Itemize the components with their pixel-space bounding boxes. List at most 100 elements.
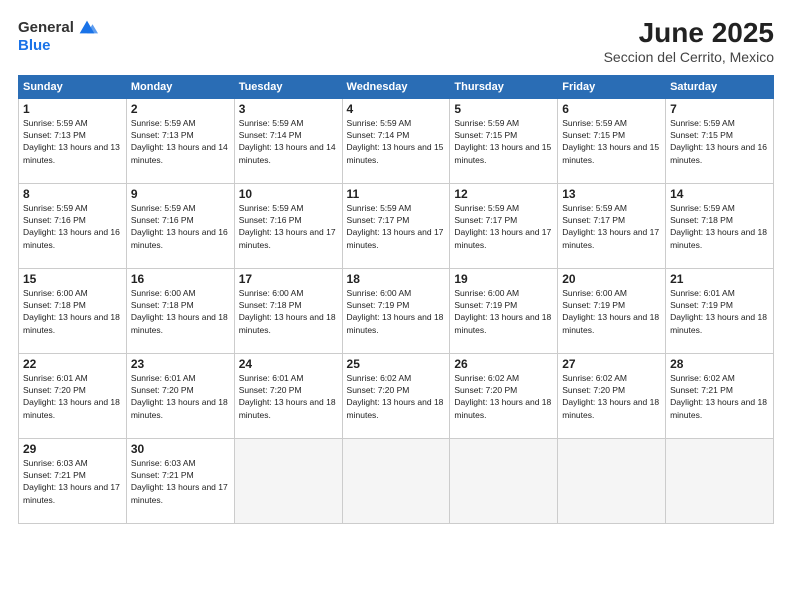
day-info: Sunrise: 5:59 AMSunset: 7:17 PMDaylight:… [347, 202, 446, 251]
table-row: 25Sunrise: 6:02 AMSunset: 7:20 PMDayligh… [342, 353, 450, 438]
day-number: 27 [562, 357, 661, 371]
table-row: 20Sunrise: 6:00 AMSunset: 7:19 PMDayligh… [558, 268, 666, 353]
day-info: Sunrise: 6:02 AMSunset: 7:20 PMDaylight:… [347, 372, 446, 421]
table-row [666, 438, 774, 523]
table-row: 27Sunrise: 6:02 AMSunset: 7:20 PMDayligh… [558, 353, 666, 438]
day-number: 5 [454, 102, 553, 116]
day-number: 9 [131, 187, 230, 201]
table-row: 18Sunrise: 6:00 AMSunset: 7:19 PMDayligh… [342, 268, 450, 353]
day-info: Sunrise: 6:00 AMSunset: 7:19 PMDaylight:… [562, 287, 661, 336]
logo: General Blue [18, 18, 98, 55]
day-info: Sunrise: 6:01 AMSunset: 7:20 PMDaylight:… [239, 372, 338, 421]
table-row: 9Sunrise: 5:59 AMSunset: 7:16 PMDaylight… [126, 183, 234, 268]
calendar-subtitle: Seccion del Cerrito, Mexico [604, 49, 774, 65]
table-row: 13Sunrise: 5:59 AMSunset: 7:17 PMDayligh… [558, 183, 666, 268]
day-info: Sunrise: 6:00 AMSunset: 7:19 PMDaylight:… [454, 287, 553, 336]
calendar-title: June 2025 [604, 18, 774, 49]
day-info: Sunrise: 5:59 AMSunset: 7:17 PMDaylight:… [562, 202, 661, 251]
col-friday: Friday [558, 75, 666, 98]
table-row: 8Sunrise: 5:59 AMSunset: 7:16 PMDaylight… [19, 183, 127, 268]
day-info: Sunrise: 5:59 AMSunset: 7:17 PMDaylight:… [454, 202, 553, 251]
table-row: 28Sunrise: 6:02 AMSunset: 7:21 PMDayligh… [666, 353, 774, 438]
table-row: 30Sunrise: 6:03 AMSunset: 7:21 PMDayligh… [126, 438, 234, 523]
day-info: Sunrise: 6:03 AMSunset: 7:21 PMDaylight:… [131, 457, 230, 506]
col-thursday: Thursday [450, 75, 558, 98]
table-row: 22Sunrise: 6:01 AMSunset: 7:20 PMDayligh… [19, 353, 127, 438]
day-info: Sunrise: 6:00 AMSunset: 7:18 PMDaylight:… [23, 287, 122, 336]
calendar-week-row: 8Sunrise: 5:59 AMSunset: 7:16 PMDaylight… [19, 183, 774, 268]
day-number: 17 [239, 272, 338, 286]
table-row: 14Sunrise: 5:59 AMSunset: 7:18 PMDayligh… [666, 183, 774, 268]
table-row: 24Sunrise: 6:01 AMSunset: 7:20 PMDayligh… [234, 353, 342, 438]
day-info: Sunrise: 5:59 AMSunset: 7:13 PMDaylight:… [131, 117, 230, 166]
day-info: Sunrise: 6:01 AMSunset: 7:20 PMDaylight:… [23, 372, 122, 421]
table-row: 5Sunrise: 5:59 AMSunset: 7:15 PMDaylight… [450, 98, 558, 183]
table-row: 16Sunrise: 6:00 AMSunset: 7:18 PMDayligh… [126, 268, 234, 353]
day-number: 26 [454, 357, 553, 371]
day-number: 2 [131, 102, 230, 116]
title-block: June 2025 Seccion del Cerrito, Mexico [604, 18, 774, 65]
table-row: 29Sunrise: 6:03 AMSunset: 7:21 PMDayligh… [19, 438, 127, 523]
day-number: 11 [347, 187, 446, 201]
table-row: 11Sunrise: 5:59 AMSunset: 7:17 PMDayligh… [342, 183, 450, 268]
day-number: 24 [239, 357, 338, 371]
table-row [450, 438, 558, 523]
day-number: 12 [454, 187, 553, 201]
day-info: Sunrise: 6:02 AMSunset: 7:20 PMDaylight:… [454, 372, 553, 421]
table-row: 10Sunrise: 5:59 AMSunset: 7:16 PMDayligh… [234, 183, 342, 268]
day-number: 8 [23, 187, 122, 201]
day-info: Sunrise: 6:03 AMSunset: 7:21 PMDaylight:… [23, 457, 122, 506]
table-row: 7Sunrise: 5:59 AMSunset: 7:15 PMDaylight… [666, 98, 774, 183]
calendar-table: Sunday Monday Tuesday Wednesday Thursday… [18, 75, 774, 524]
day-number: 4 [347, 102, 446, 116]
col-monday: Monday [126, 75, 234, 98]
day-info: Sunrise: 5:59 AMSunset: 7:15 PMDaylight:… [454, 117, 553, 166]
calendar-header-row: Sunday Monday Tuesday Wednesday Thursday… [19, 75, 774, 98]
day-info: Sunrise: 6:00 AMSunset: 7:18 PMDaylight:… [239, 287, 338, 336]
logo-icon [76, 16, 98, 38]
day-number: 14 [670, 187, 769, 201]
header: General Blue June 2025 Seccion del Cerri… [18, 18, 774, 65]
table-row: 3Sunrise: 5:59 AMSunset: 7:14 PMDaylight… [234, 98, 342, 183]
table-row [234, 438, 342, 523]
table-row: 15Sunrise: 6:00 AMSunset: 7:18 PMDayligh… [19, 268, 127, 353]
day-info: Sunrise: 6:01 AMSunset: 7:20 PMDaylight:… [131, 372, 230, 421]
logo-text: General [18, 20, 74, 37]
day-number: 22 [23, 357, 122, 371]
day-number: 19 [454, 272, 553, 286]
day-number: 1 [23, 102, 122, 116]
day-number: 6 [562, 102, 661, 116]
day-number: 7 [670, 102, 769, 116]
table-row: 12Sunrise: 5:59 AMSunset: 7:17 PMDayligh… [450, 183, 558, 268]
day-number: 15 [23, 272, 122, 286]
table-row [558, 438, 666, 523]
day-info: Sunrise: 5:59 AMSunset: 7:16 PMDaylight:… [239, 202, 338, 251]
day-info: Sunrise: 5:59 AMSunset: 7:18 PMDaylight:… [670, 202, 769, 251]
table-row: 17Sunrise: 6:00 AMSunset: 7:18 PMDayligh… [234, 268, 342, 353]
day-info: Sunrise: 6:02 AMSunset: 7:21 PMDaylight:… [670, 372, 769, 421]
table-row: 19Sunrise: 6:00 AMSunset: 7:19 PMDayligh… [450, 268, 558, 353]
table-row [342, 438, 450, 523]
day-number: 30 [131, 442, 230, 456]
day-info: Sunrise: 6:00 AMSunset: 7:18 PMDaylight:… [131, 287, 230, 336]
day-number: 29 [23, 442, 122, 456]
day-info: Sunrise: 5:59 AMSunset: 7:16 PMDaylight:… [23, 202, 122, 251]
day-number: 21 [670, 272, 769, 286]
calendar-week-row: 22Sunrise: 6:01 AMSunset: 7:20 PMDayligh… [19, 353, 774, 438]
day-info: Sunrise: 6:02 AMSunset: 7:20 PMDaylight:… [562, 372, 661, 421]
col-wednesday: Wednesday [342, 75, 450, 98]
day-info: Sunrise: 5:59 AMSunset: 7:15 PMDaylight:… [562, 117, 661, 166]
table-row: 2Sunrise: 5:59 AMSunset: 7:13 PMDaylight… [126, 98, 234, 183]
table-row: 26Sunrise: 6:02 AMSunset: 7:20 PMDayligh… [450, 353, 558, 438]
col-sunday: Sunday [19, 75, 127, 98]
day-info: Sunrise: 5:59 AMSunset: 7:15 PMDaylight:… [670, 117, 769, 166]
day-number: 13 [562, 187, 661, 201]
table-row: 4Sunrise: 5:59 AMSunset: 7:14 PMDaylight… [342, 98, 450, 183]
col-saturday: Saturday [666, 75, 774, 98]
day-info: Sunrise: 6:00 AMSunset: 7:19 PMDaylight:… [347, 287, 446, 336]
day-number: 18 [347, 272, 446, 286]
day-number: 3 [239, 102, 338, 116]
day-number: 10 [239, 187, 338, 201]
calendar-week-row: 1 Sunrise: 5:59 AMSunset: 7:13 PMDaylight… [19, 98, 774, 183]
day-info: Sunrise: 5:59 AMSunset: 7:16 PMDaylight:… [131, 202, 230, 251]
